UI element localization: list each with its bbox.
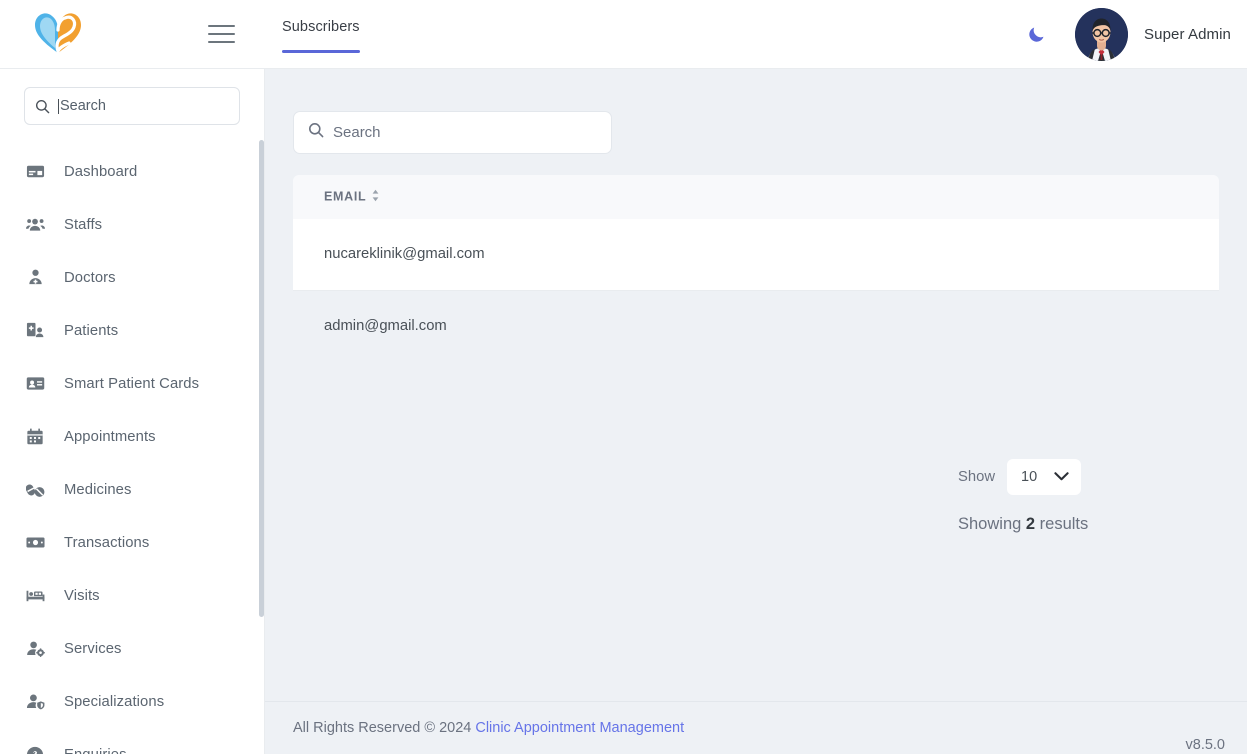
search-placeholder: Search	[333, 124, 381, 141]
subscribers-table: EMAIL ACTION nucareklinik@gmail.com	[293, 175, 1219, 361]
main-content: Search EMAIL ACTION nucareklinik@gmail.c…	[265, 69, 1247, 754]
top-header: Subscribers Super Admin	[0, 0, 1247, 69]
sidebar-item-patients[interactable]: Patients	[0, 304, 264, 357]
results-prefix: Showing	[958, 515, 1022, 533]
page-size-control: Show 10	[958, 459, 1082, 495]
sidebar-item-label: Specializations	[64, 693, 165, 710]
tab-label: Subscribers	[282, 19, 360, 35]
sidebar-item-label: Enquiries	[64, 747, 127, 754]
sidebar-item-label: Transactions	[64, 534, 150, 551]
sidebar-item-smart-patient-cards[interactable]: Smart Patient Cards	[0, 357, 264, 410]
user-shield-icon	[24, 691, 46, 713]
sidebar: Search Dashboard Staffs Doctors Patients…	[0, 69, 265, 754]
cell-email: admin@gmail.com	[293, 290, 516, 361]
hamburger-line	[208, 33, 235, 35]
calendar-icon	[24, 426, 46, 448]
footer-app-link[interactable]: Clinic Appointment Management	[475, 720, 684, 736]
column-header-action: ACTION	[515, 175, 1219, 219]
sidebar-item-label: Dashboard	[64, 163, 138, 180]
chevron-down-icon	[1054, 468, 1069, 486]
sidebar-item-appointments[interactable]: Appointments	[0, 410, 264, 463]
tab-subscribers[interactable]: Subscribers	[282, 19, 360, 53]
table-header-row: EMAIL ACTION	[293, 175, 1219, 219]
sidebar-item-label: Appointments	[64, 428, 156, 445]
dashboard-icon	[24, 161, 46, 183]
hamburger-line	[208, 25, 235, 27]
sidebar-item-enquiries[interactable]: Enquiries	[0, 728, 264, 754]
footer: All Rights Reserved © 2024 Clinic Appoin…	[265, 701, 1247, 754]
sidebar-scrollbar-thumb[interactable]	[259, 140, 264, 617]
sidebar-item-label: Smart Patient Cards	[64, 375, 200, 392]
sidebar-item-specializations[interactable]: Specializations	[0, 675, 264, 728]
show-label: Show	[958, 469, 996, 485]
search-icon	[308, 122, 324, 143]
results-count: 2	[1025, 515, 1036, 533]
sidebar-item-medicines[interactable]: Medicines	[0, 463, 264, 516]
app-logo[interactable]	[0, 0, 100, 69]
cell-action	[515, 290, 1219, 361]
patients-icon	[24, 320, 46, 342]
sidebar-item-staffs[interactable]: Staffs	[0, 198, 264, 251]
cell-action	[515, 219, 1219, 291]
header-tabs: Subscribers	[282, 0, 360, 69]
sidebar-search-wrap: Search	[0, 69, 264, 125]
hamburger-line	[208, 41, 235, 43]
column-header-email[interactable]: EMAIL	[293, 175, 516, 219]
sidebar-item-label: Medicines	[64, 481, 132, 498]
id-card-icon	[24, 373, 46, 395]
sidebar-item-services[interactable]: Services	[0, 622, 264, 675]
table-row[interactable]: admin@gmail.com	[293, 290, 1219, 361]
table-row[interactable]: nucareklinik@gmail.com	[293, 219, 1219, 291]
sidebar-item-label: Doctors	[64, 269, 116, 286]
page-size-select[interactable]: 10	[1007, 459, 1082, 495]
doctor-icon	[24, 267, 46, 289]
footer-copyright-text: All Rights Reserved © 2024	[293, 720, 472, 736]
table-head: EMAIL ACTION	[293, 175, 1219, 219]
results-summary: Showing 2 results	[958, 515, 1088, 534]
page-size-value: 10	[1021, 469, 1038, 485]
sidebar-item-label: Visits	[64, 587, 100, 604]
footer-copyright: All Rights Reserved © 2024 Clinic Appoin…	[293, 720, 684, 736]
hamburger-menu-icon[interactable]	[208, 19, 242, 49]
sort-icon[interactable]	[371, 189, 380, 205]
avatar[interactable]	[1075, 7, 1129, 61]
footer-version: v8.5.0	[1185, 737, 1226, 753]
staffs-icon	[24, 214, 46, 236]
search-input[interactable]: Search	[293, 111, 612, 154]
theme-toggle-button[interactable]	[1017, 14, 1057, 54]
user-name-label: Super Admin	[1144, 25, 1231, 43]
results-suffix: results	[1039, 515, 1089, 533]
sidebar-item-dashboard[interactable]: Dashboard	[0, 145, 264, 198]
money-icon	[24, 532, 46, 554]
table-body: nucareklinik@gmail.com admin@gmail.com	[293, 219, 1219, 361]
column-header-email-label: EMAIL	[324, 189, 367, 204]
bed-icon	[24, 585, 46, 607]
user-avatar-icon	[1075, 7, 1129, 61]
sidebar-item-label: Services	[64, 640, 122, 657]
question-circle-icon	[24, 744, 46, 754]
sidebar-item-label: Patients	[64, 322, 119, 339]
sidebar-item-label: Staffs	[64, 216, 103, 233]
sidebar-nav: Dashboard Staffs Doctors Patients Smart …	[0, 125, 264, 754]
user-gear-icon	[24, 638, 46, 660]
sidebar-item-doctors[interactable]: Doctors	[0, 251, 264, 304]
search-icon	[35, 99, 50, 114]
heart-logo-icon	[35, 13, 81, 55]
header-right-group: Super Admin	[1017, 0, 1247, 69]
moon-icon	[1029, 27, 1044, 42]
sidebar-search-input[interactable]: Search	[24, 87, 240, 125]
sidebar-search-placeholder: Search	[60, 98, 106, 114]
sidebar-item-transactions[interactable]: Transactions	[0, 516, 264, 569]
pills-icon	[24, 479, 46, 501]
sidebar-item-visits[interactable]: Visits	[0, 569, 264, 622]
text-caret	[58, 98, 59, 114]
cell-email: nucareklinik@gmail.com	[293, 219, 516, 291]
